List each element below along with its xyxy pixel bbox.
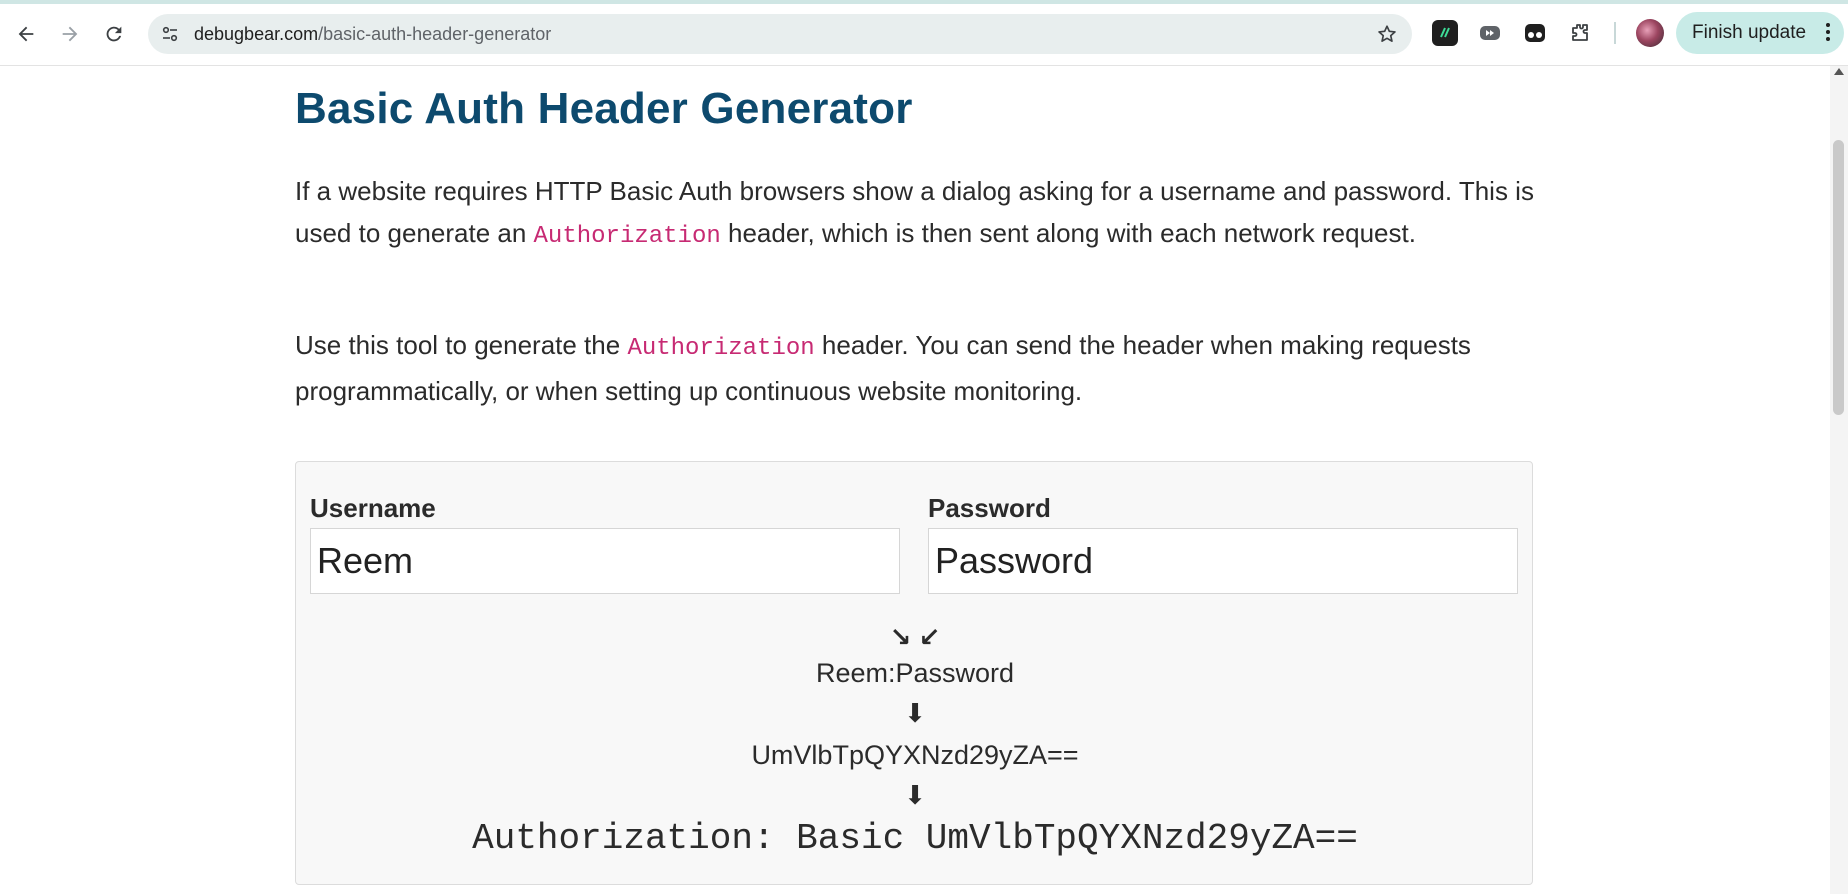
browser-toolbar: debugbear.com/basic-auth-header-generato…	[0, 0, 1848, 66]
finish-update-label: Finish update	[1692, 22, 1807, 43]
scroll-up-arrow-icon[interactable]	[1834, 68, 1844, 75]
down-arrow-icon-2: ⬇	[904, 780, 926, 810]
page-title: Basic Auth Header Generator	[295, 84, 913, 133]
finish-update-button[interactable]: Finish update	[1676, 12, 1844, 54]
password-input[interactable]	[928, 528, 1518, 594]
down-arrow-icon: ⬇	[904, 698, 926, 728]
url-path: /basic-auth-header-generator	[318, 24, 552, 44]
usage-code: Authorization	[627, 335, 815, 362]
back-button[interactable]	[8, 16, 44, 52]
site-info-icon[interactable]	[156, 20, 184, 48]
profile-avatar[interactable]	[1636, 19, 1664, 47]
authorization-header-output: Authorization: Basic UmVlbTpQYXNzd29yZA=…	[472, 818, 1358, 859]
puzzle-icon[interactable]	[1567, 20, 1593, 46]
url-text[interactable]: debugbear.com/basic-auth-header-generato…	[194, 24, 551, 45]
extension-glasses-icon[interactable]	[1522, 20, 1548, 46]
reload-button[interactable]	[96, 16, 132, 52]
intro-text-end: header, which is then sent along with ea…	[720, 218, 1416, 248]
scrollbar-thumb[interactable]	[1833, 140, 1844, 415]
address-bar[interactable]: debugbear.com/basic-auth-header-generato…	[148, 14, 1412, 54]
forward-button[interactable]	[52, 16, 88, 52]
tab-strip-edge	[0, 0, 1848, 4]
base64-encoded-value: UmVlbTpQYXNzd29yZA==	[751, 740, 1079, 770]
password-label: Password	[928, 493, 1051, 523]
forward-icon	[62, 26, 78, 42]
username-input[interactable]	[310, 528, 900, 594]
toolbar-divider	[1614, 22, 1616, 44]
reload-icon	[106, 26, 122, 42]
more-icon	[1826, 23, 1830, 44]
bookmark-star-icon[interactable]	[1374, 21, 1400, 47]
back-icon	[18, 26, 34, 42]
combined-credentials: Reem:Password	[815, 658, 1015, 688]
usage-text-start: Use this tool to generate the	[295, 330, 628, 360]
extension-media-icon[interactable]	[1477, 20, 1503, 46]
intro-paragraph: If a website requires HTTP Basic Auth br…	[295, 170, 1535, 258]
url-domain: debugbear.com	[194, 24, 319, 44]
username-label: Username	[310, 493, 436, 523]
intro-code: Authorization	[533, 223, 721, 250]
generator-panel: Username Password ↘ ↙ Reem:Password ⬇ Um…	[295, 461, 1533, 885]
usage-paragraph: Use this tool to generate the Authorizat…	[295, 324, 1535, 412]
merge-arrows-icon: ↘ ↙	[889, 622, 941, 652]
extension-green-icon[interactable]	[1432, 20, 1458, 46]
